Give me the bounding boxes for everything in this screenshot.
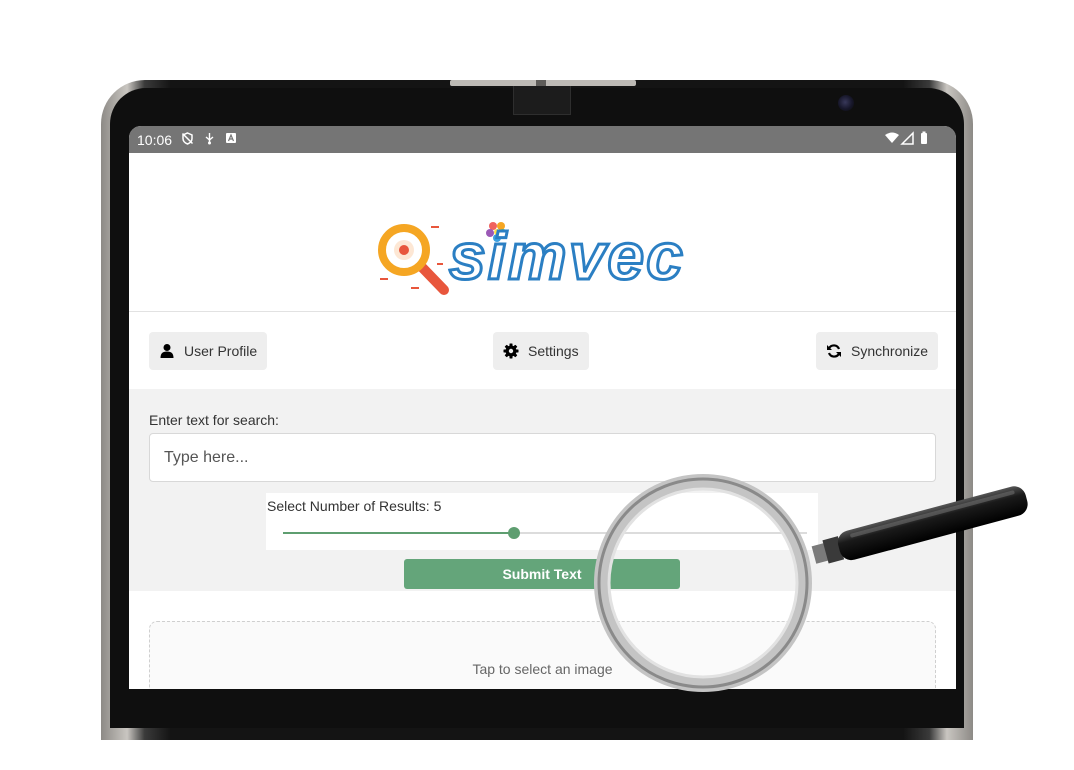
magnifier-rim <box>594 474 812 692</box>
magnifying-glass-decoration <box>594 474 1028 692</box>
magnifier-handle <box>811 486 1028 564</box>
